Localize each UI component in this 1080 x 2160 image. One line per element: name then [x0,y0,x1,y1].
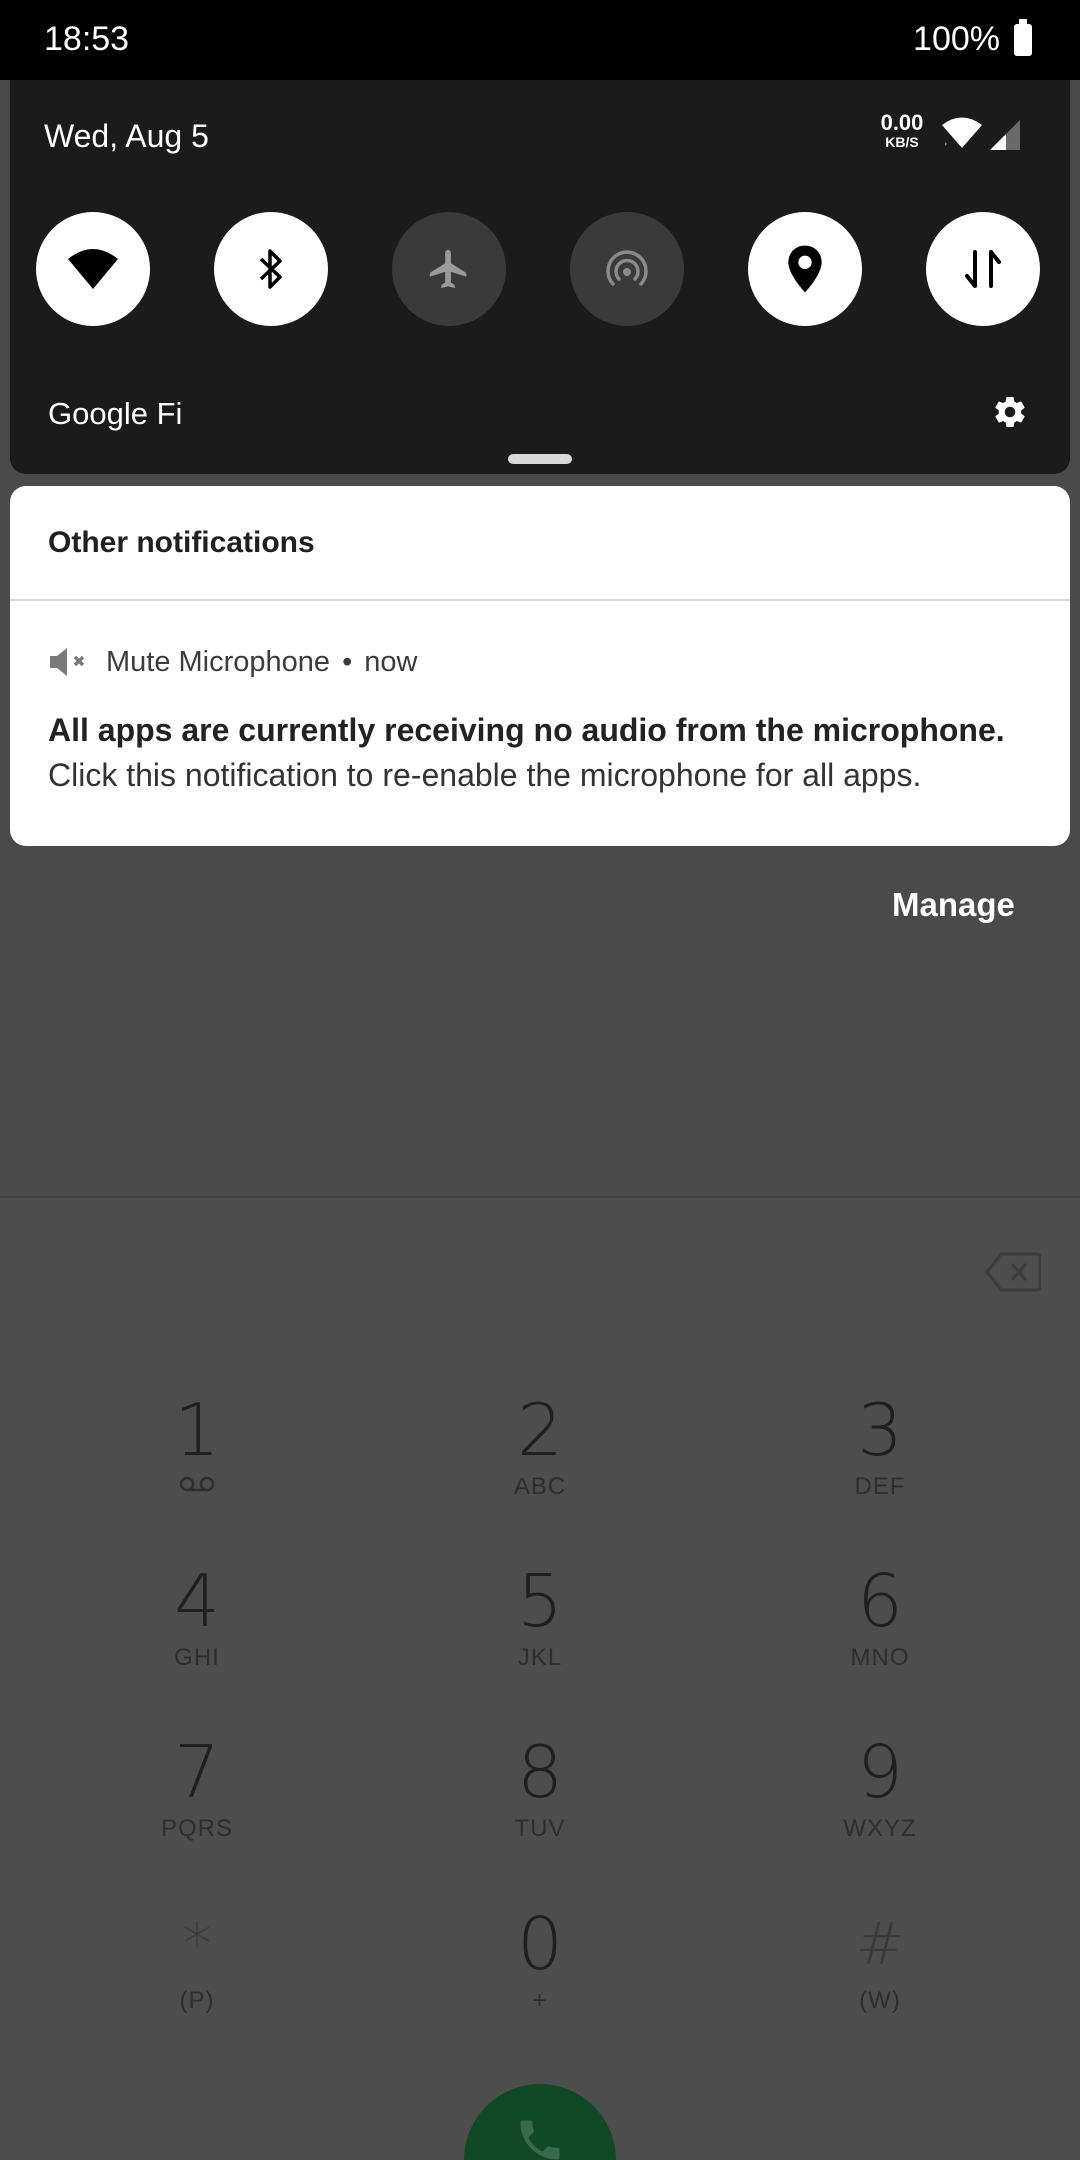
divider [10,599,1070,601]
key-letters: + [532,1987,548,2014]
notification-title: All apps are currently receiving no audi… [48,712,1005,748]
dial-key-9[interactable]: 9 WXYZ [780,1732,980,1882]
carrier-name: Google Fi [48,396,183,431]
key-digit: 5 [517,1559,563,1643]
notification-card[interactable]: Other notifications Mute Microphone • no… [10,486,1070,846]
network-speed-unit: KB/S [885,134,919,150]
notification-app-name: Mute Microphone [106,645,331,678]
key-letters: WXYZ [843,1815,917,1842]
tile-mobile-data[interactable] [926,212,1040,326]
mobile-data-icon [965,250,1001,288]
tile-airplane[interactable] [392,212,506,326]
dial-key-0[interactable]: 0 + [440,1904,640,2054]
notification-time: now [364,645,418,678]
network-speed: 0.00 KB/S [872,110,932,151]
key-letters: JKL [517,1644,563,1671]
key-digit: * [182,1910,212,1978]
key-digit: 9 [857,1730,903,1814]
key-letters: ABC [513,1473,567,1500]
key-digit: 4 [174,1559,220,1643]
dial-key-2[interactable]: 2 ABC [440,1390,640,1540]
key-letters: PQRS [160,1815,233,1842]
key-digit: 6 [857,1559,903,1643]
dial-key-8[interactable]: 8 TUV [440,1732,640,1882]
dial-key-6[interactable]: 6 MNO [780,1561,980,1711]
dial-key-hash[interactable]: # (W) [780,1904,980,2054]
key-digit: 2 [517,1388,563,1472]
dial-key-7[interactable]: 7 PQRS [97,1732,297,1882]
status-bar: 18:53 100% [0,0,1080,80]
mute-speaker-icon [48,646,90,678]
settings-gear-icon[interactable] [992,394,1028,435]
tile-location[interactable] [748,212,862,326]
tile-wifi[interactable] [36,212,150,326]
phone-icon [520,2120,560,2160]
call-button[interactable] [464,2084,616,2160]
battery-icon [1014,19,1032,56]
panel-drag-handle[interactable] [508,454,572,464]
tile-hotspot[interactable] [570,212,684,326]
dial-key-star[interactable]: * (P) [97,1904,297,2054]
voicemail-icon [97,1472,297,1502]
key-letters: (W) [859,1987,901,2014]
status-time: 18:53 [44,20,130,58]
key-letters: DEF [854,1473,906,1500]
dial-key-5[interactable]: 5 JKL [440,1561,640,1711]
qs-date: Wed, Aug 5 [44,118,209,154]
key-letters: MNO [850,1644,910,1671]
dial-key-3[interactable]: 3 DEF [780,1390,980,1540]
tile-bluetooth[interactable] [214,212,328,326]
key-digit: # [855,1910,905,1978]
bluetooth-icon [259,249,282,289]
key-digit: 7 [174,1730,220,1814]
location-icon [788,245,822,293]
cell-signal-icon [988,118,1022,157]
network-speed-value: 0.00 [880,110,924,135]
battery-percent: 100% [913,20,1000,58]
key-digit: 8 [517,1730,563,1814]
backspace-icon[interactable] [985,1252,1042,1292]
dial-key-4[interactable]: 4 GHI [97,1561,297,1711]
quick-settings-panel: Wed, Aug 5 0.00 KB/S Google Fi [10,80,1070,474]
notification-text: Click this notification to re-enable the… [48,757,922,793]
notification-header: Mute Microphone • now [48,642,417,682]
wifi-icon [68,249,118,289]
key-digit: 3 [857,1388,903,1472]
airplane-icon [429,249,467,289]
key-letters: TUV [514,1815,566,1842]
key-letters: (P) [179,1987,215,2014]
dial-key-1[interactable]: 1 [97,1390,297,1540]
notification-section-title: Other notifications [48,526,315,559]
key-letters: GHI [174,1644,220,1671]
hotspot-icon [606,250,648,286]
manage-button[interactable]: Manage [892,886,1015,924]
key-digit: 0 [517,1902,563,1986]
quick-settings-tiles [10,212,1070,328]
separator-dot: • [342,645,353,678]
wifi-status-icon [940,116,984,155]
key-digit: 1 [174,1388,220,1472]
